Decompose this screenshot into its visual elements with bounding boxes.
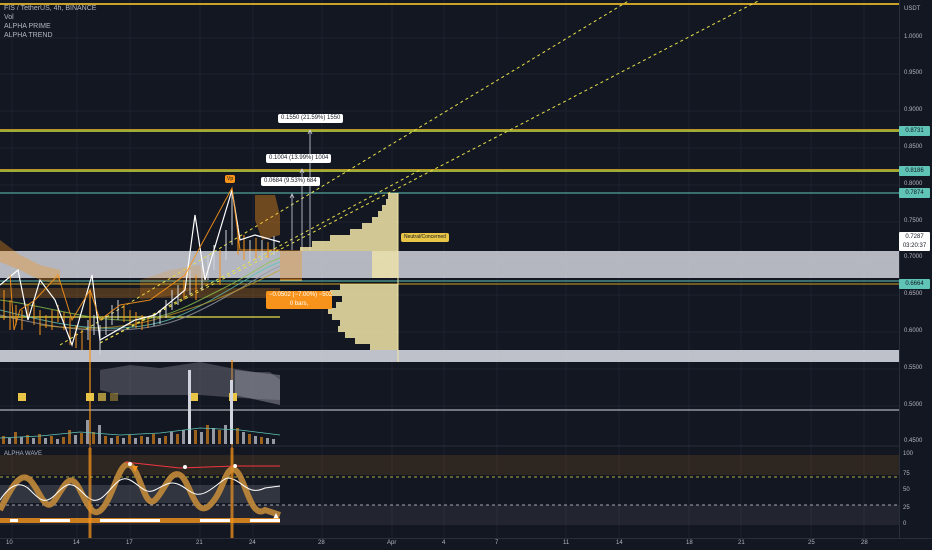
price-chart-canvas[interactable] <box>0 0 932 550</box>
time-label: 14 <box>616 540 623 546</box>
indicator-vol[interactable]: Vol <box>4 13 96 22</box>
price-label: 0.5000 <box>904 402 923 408</box>
measure-box-4[interactable]: −0.0502 (−7.00%) −502 0 bars, <box>266 291 332 309</box>
osc-level: 0 <box>903 521 907 527</box>
price-label: 1.0000 <box>904 34 923 40</box>
time-label: 24 <box>249 540 256 546</box>
osc-level: 50 <box>903 487 910 493</box>
price-badge-0818[interactable]: 0.8186 <box>899 166 930 176</box>
measure-box-3[interactable]: 0.0684 (9.53%) 684 <box>261 177 320 186</box>
measure-box-4-line2: 0 bars, <box>289 301 309 307</box>
time-label: 17 <box>126 540 133 546</box>
price-label: 0.4500 <box>904 438 923 444</box>
level-line-top[interactable] <box>0 3 899 5</box>
support-zone[interactable] <box>0 350 899 362</box>
price-label: 0.9500 <box>904 70 923 76</box>
time-label: 28 <box>318 540 325 546</box>
neutral-label[interactable]: Neutral/Concerned <box>401 233 449 242</box>
time-label: 10 <box>6 540 13 546</box>
time-axis[interactable] <box>0 538 932 550</box>
vp-marker[interactable]: Vp <box>225 175 236 183</box>
time-label: 11 <box>563 540 570 546</box>
resistance-zone[interactable] <box>0 251 899 278</box>
symbol-title[interactable]: FIS / TetherUS, 4h, BINANCE <box>4 4 96 13</box>
indicator-alpha-prime[interactable]: ALPHA PRIME <box>4 22 96 31</box>
chart-legend: FIS / TetherUS, 4h, BINANCE Vol ALPHA PR… <box>4 4 96 40</box>
time-label: 21 <box>196 540 203 546</box>
price-label: 0.8000 <box>904 181 923 187</box>
price-badge-0787[interactable]: 0.7874 <box>899 188 930 198</box>
measure-box-2[interactable]: 0.1004 (13.99%) 1004 <box>266 154 332 163</box>
price-axis-currency: USDT <box>904 6 921 12</box>
time-label: 21 <box>738 540 745 546</box>
time-label: 14 <box>73 540 80 546</box>
price-label: 0.6000 <box>904 328 923 334</box>
price-label: 0.5500 <box>904 365 923 371</box>
indicator-alpha-trend[interactable]: ALPHA TREND <box>4 31 96 40</box>
price-label: 0.9000 <box>904 107 923 113</box>
price-label: 0.6500 <box>904 291 923 297</box>
price-axis[interactable] <box>899 0 932 538</box>
osc-level: 75 <box>903 471 910 477</box>
osc-level: 100 <box>903 451 914 457</box>
time-label: 25 <box>808 540 815 546</box>
price-label: 0.8500 <box>904 144 923 150</box>
oscillator-title[interactable]: ALPHA WAVE <box>4 451 42 457</box>
measure-box-4-line1: −0.0502 (−7.00%) −502 <box>269 292 333 298</box>
price-label: 0.7000 <box>904 254 923 260</box>
chart-window: FIS / TetherUS, 4h, BINANCE Vol ALPHA PR… <box>0 0 932 550</box>
price-label: 0.7500 <box>904 218 923 224</box>
time-label: 28 <box>861 540 868 546</box>
time-label: 4 <box>442 540 446 546</box>
time-label: 18 <box>686 540 693 546</box>
price-badge-0873[interactable]: 0.8731 <box>899 126 930 136</box>
time-label: 7 <box>495 540 499 546</box>
time-label: Apr <box>387 540 397 546</box>
price-badge-0666[interactable]: 0.6664 <box>899 279 930 289</box>
measure-box-1[interactable]: 0.1550 (21.59%) 1550 <box>278 114 344 123</box>
candle-countdown: 03:20:37 <box>899 241 930 251</box>
osc-level: 25 <box>903 505 910 511</box>
